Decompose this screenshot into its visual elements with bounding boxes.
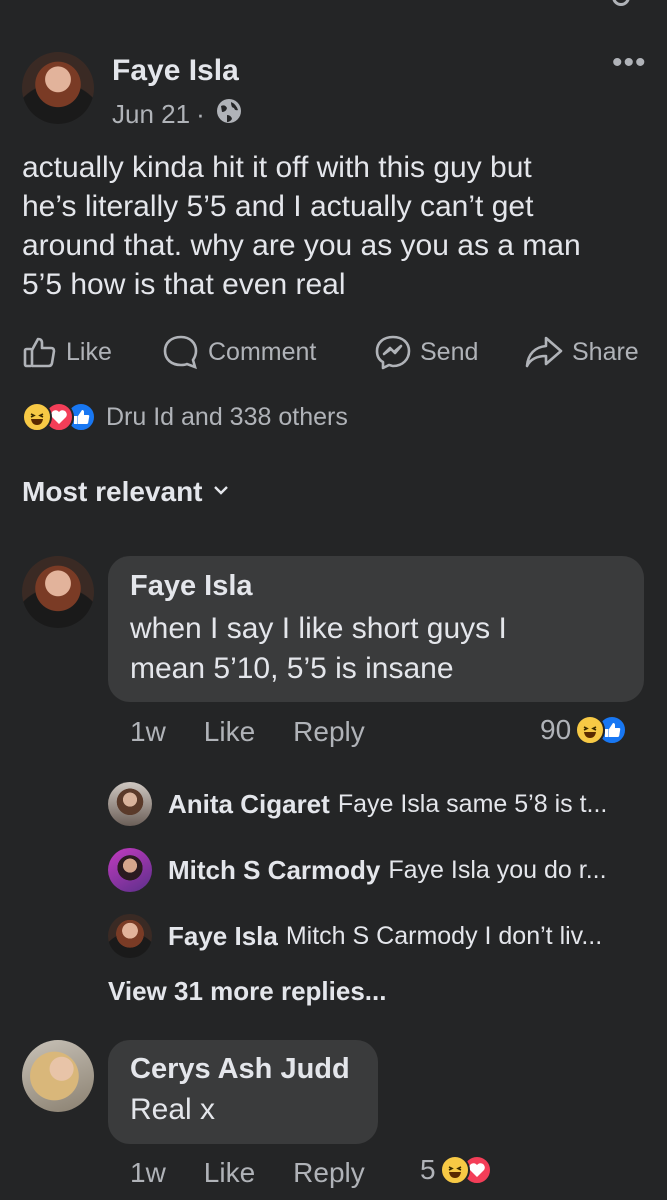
comment-bubble[interactable]: Cerys Ash Judd Real x bbox=[108, 1040, 378, 1144]
reply-author-avatar[interactable] bbox=[108, 782, 152, 826]
comment-reaction-count: 5 bbox=[420, 1154, 436, 1185]
comment-filter-dropdown[interactable]: Most relevant bbox=[22, 476, 229, 508]
like-label: Like bbox=[66, 337, 112, 366]
share-button[interactable]: Share bbox=[524, 334, 639, 370]
comment-author-name[interactable]: Cerys Ash Judd bbox=[130, 1053, 356, 1086]
haha-reaction-icon bbox=[575, 715, 606, 745]
reply-text: Mitch S Carmody I don’t liv... bbox=[285, 921, 603, 950]
comment-time: 1w bbox=[130, 716, 166, 747]
comment-meta: 1w Like Reply bbox=[130, 716, 403, 748]
reply-item[interactable]: Anita Cigaret Faye Isla same 5’8 is t... bbox=[108, 782, 607, 826]
comment-meta: 1w Like Reply bbox=[130, 1157, 395, 1189]
more-options-icon[interactable]: ••• bbox=[612, 48, 647, 78]
globe-icon bbox=[215, 97, 243, 132]
reply-item[interactable]: Faye Isla Mitch S Carmody I don’t liv... bbox=[108, 914, 602, 958]
share-arrow-icon bbox=[524, 334, 564, 370]
comment-bubble-icon bbox=[162, 334, 200, 370]
post-text-line: around that. why are you as you as a man bbox=[22, 229, 581, 262]
comment-reactions[interactable]: 90 bbox=[540, 714, 628, 746]
post-text-line: he’s literally 5’5 and I actually can’t … bbox=[22, 190, 534, 223]
reply-author-name[interactable]: Mitch S Carmody bbox=[168, 855, 380, 886]
share-label: Share bbox=[572, 337, 639, 366]
post-text-line: 5’5 how is that even real bbox=[22, 268, 346, 301]
thumbs-up-icon bbox=[22, 334, 58, 370]
post-text: actually kinda hit it off with this guy … bbox=[22, 148, 652, 304]
comment-text-line: when I say I like short guys I bbox=[130, 612, 507, 645]
haha-reaction-icon bbox=[439, 1155, 470, 1185]
comment-like-button[interactable]: Like bbox=[204, 716, 255, 748]
haha-reaction-icon bbox=[22, 402, 52, 432]
post-text-line: actually kinda hit it off with this guy … bbox=[22, 151, 532, 184]
comment-time: 1w bbox=[130, 1157, 166, 1188]
reply-author-name[interactable]: Faye Isla bbox=[168, 921, 278, 952]
post-author-avatar[interactable] bbox=[22, 52, 94, 124]
partial-status-icon bbox=[612, 0, 630, 6]
comment-author-avatar[interactable] bbox=[22, 556, 94, 628]
reactions-summary[interactable]: Dru Id and 338 others bbox=[22, 402, 348, 432]
reply-text: Faye Isla same 5’8 is t... bbox=[337, 789, 608, 818]
like-button[interactable]: Like bbox=[22, 334, 112, 370]
meta-separator: · bbox=[196, 99, 205, 129]
comment-label: Comment bbox=[208, 337, 317, 366]
comment-like-button[interactable]: Like bbox=[204, 1157, 255, 1189]
comment-bubble[interactable]: Faye Isla when I say I like short guys I… bbox=[108, 556, 644, 702]
comment-filter-label: Most relevant bbox=[22, 476, 203, 507]
messenger-icon bbox=[374, 334, 412, 370]
comment-button[interactable]: Comment bbox=[162, 334, 316, 370]
chevron-down-icon bbox=[213, 483, 229, 501]
reply-item[interactable]: Mitch S Carmody Faye Isla you do r... bbox=[108, 848, 607, 892]
reply-author-avatar[interactable] bbox=[108, 914, 152, 958]
send-label: Send bbox=[420, 337, 479, 366]
comment-reactions[interactable]: 5 bbox=[420, 1154, 492, 1186]
comment-reply-button[interactable]: Reply bbox=[293, 1157, 365, 1189]
reply-author-name[interactable]: Anita Cigaret bbox=[168, 789, 330, 820]
view-more-replies-link[interactable]: View 31 more replies... bbox=[108, 976, 386, 1007]
comment-author-name[interactable]: Faye Isla bbox=[130, 570, 622, 603]
comment-text-line: mean 5’10, 5’5 is insane bbox=[130, 652, 454, 685]
comment-text-line: Real x bbox=[130, 1093, 216, 1126]
comment-author-avatar[interactable] bbox=[22, 1040, 94, 1112]
post-date[interactable]: Jun 21 bbox=[112, 99, 190, 130]
reactions-text: Dru Id and 338 others bbox=[106, 402, 348, 431]
reply-text: Faye Isla you do r... bbox=[388, 855, 607, 884]
send-button[interactable]: Send bbox=[374, 334, 478, 370]
comment-reaction-count: 90 bbox=[540, 714, 572, 745]
comment-reply-button[interactable]: Reply bbox=[293, 716, 365, 748]
post-meta: Jun 21 · bbox=[112, 97, 243, 132]
post-author-name[interactable]: Faye Isla bbox=[112, 54, 239, 88]
reply-author-avatar[interactable] bbox=[108, 848, 152, 892]
